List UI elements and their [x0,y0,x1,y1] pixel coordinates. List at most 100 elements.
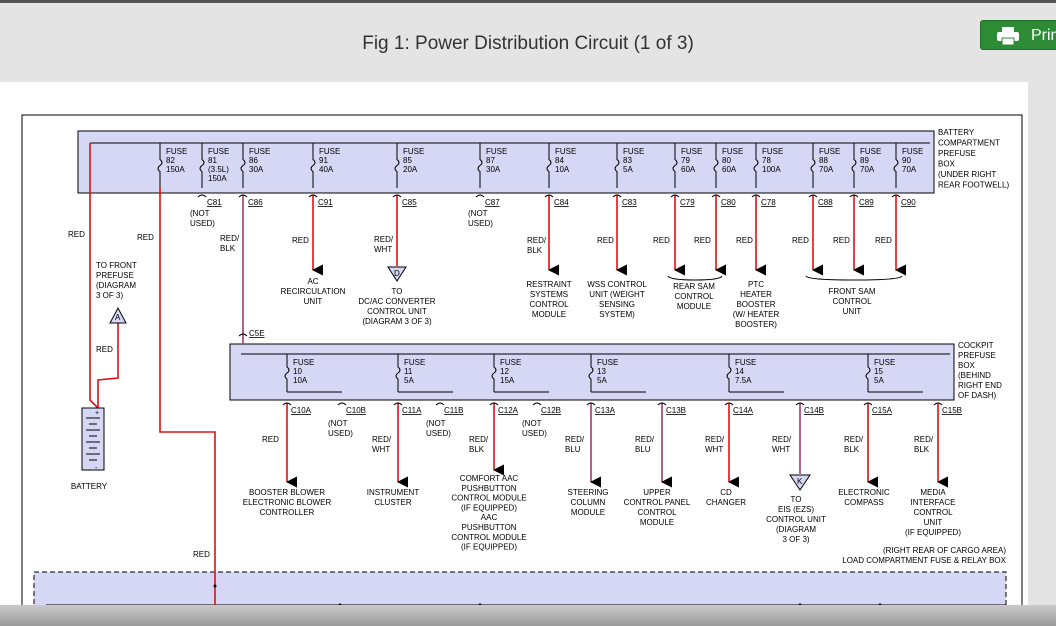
connector-label: C79 [680,198,695,207]
cockpit-box-label-text: (BEHIND [958,371,991,380]
fuse-label: FUSE [319,147,340,156]
ptc-heater-booster: (W/ HEATER [733,310,780,319]
not-used-label: (NOT [522,419,542,428]
fuse-label: FUSE [208,147,229,156]
power-distribution-diagram: BATTERYCOMPARTMENTPREFUSEBOX(UNDER RIGHT… [21,114,1023,612]
connector-label: C13B [666,406,686,415]
fuse-number: 89 [860,156,869,165]
wss-control-unit: UNIT (WEIGHT [589,290,645,299]
not-used-label: (NOT [190,209,210,218]
comfort-aac-module: PUSHBUTTON [462,484,517,493]
fuse-label: FUSE [403,147,424,156]
fuse-amperage: 70A [860,165,875,174]
fuse-label: FUSE [404,358,425,367]
not-used-label: USED) [426,429,451,438]
wss-control-unit: SYSTEM) [599,310,635,319]
comfort-aac-module: CONTROL MODULE [451,494,526,503]
print-button[interactable]: Print [980,20,1056,50]
fuse-amperage: 5A [597,376,607,385]
front-sam-unit: FRONT SAM [829,287,876,296]
wire-label-red-wht: RED/ [772,435,792,444]
page-title: Fig 1: Power Distribution Circuit (1 of … [362,33,694,54]
media-interface-unit: (IF EQUIPPED) [905,528,961,537]
fuse-amperage: 100A [762,165,781,174]
eis-control-unit-ref: EIS (EZS) [778,505,814,514]
prefuse-box-label: BATTERY COMPARTMENTPREFUSE BOX(UNDER RIGHT… [938,128,1009,190]
wire-label-red-wht: WHT [372,445,390,454]
wire-label-red-blk: RED/ [469,435,489,444]
fuse-label: FUSE [555,147,576,156]
ptc-heater-booster: BOOSTER) [735,320,777,329]
eis-control-unit-ref: (DIAGRAM [776,525,816,534]
fuse-label: FUSE [860,147,881,156]
connector-symbol [197,194,207,198]
print-label: Print [1031,27,1056,44]
printer-icon [997,27,1019,46]
fuse-label: FUSE [762,147,783,156]
comfort-aac-module: AAC [481,513,498,522]
fuse-label: FUSE [500,358,521,367]
cockpit-box-label: COCKPITPREFUSEBOX(BEHINDRIGHT ENDOF DASH… [958,341,1002,400]
not-used-label: (NOT [468,209,488,218]
connector-label: C84 [554,198,569,207]
fuse-note: (3.5L) [208,165,229,174]
wire-label-red: RED [736,236,753,245]
connector-label: C15B [942,406,962,415]
fuse-label: FUSE [486,147,507,156]
cockpit-box-label-text: RIGHT END [958,381,1002,390]
rear-sam-module: CONTROL [674,292,714,301]
fuse-amperage: 30A [249,165,264,174]
connector-label: C10A [291,406,312,415]
ac-recirculation-unit: RECIRCULATION [281,287,346,296]
connector-label-c5e: C5E [249,329,265,338]
not-used-label: (NOT [328,419,348,428]
fuse-number: 15 [874,367,883,376]
wire-label-red: RED [694,236,711,245]
battery-symbol: + - [81,407,105,472]
booster-blower-controller: CONTROLLER [260,508,315,517]
fuse-amperage: 5A [623,165,633,174]
fuse-label: FUSE [166,147,187,156]
front-prefuse-ref: (DIAGRAM [96,281,136,290]
not-used-label: (NOT [426,419,446,428]
wire-label-red-blu: RED/ [635,435,655,444]
wire-label-red-blk: RED/ [914,435,934,444]
title-bar: Fig 1: Power Distribution Circuit (1 of … [0,0,1056,82]
wire-label-red: RED [292,236,309,245]
connector-label: C80 [721,198,736,207]
wire-label-red-wht: WHT [772,445,790,454]
not-used-label: USED) [328,429,353,438]
steering-column-module: MODULE [571,508,605,517]
fuse-amperage: 30A [486,165,501,174]
restraint-systems-module: RESTRAINT [526,280,571,289]
diagram-canvas: BATTERY COMPARTMENT PREFUSE BOX (UNDER RIGHT… [0,82,1028,612]
connector-label: C12A [498,406,519,415]
fuse-amperage: 7.5A [735,376,752,385]
fuse-number: 91 [319,156,328,165]
cockpit-box-label-text: PREFUSE [958,351,996,360]
fuse-number: 11 [404,367,413,376]
svg-text:+: + [95,410,99,417]
upper-control-panel: CONTROL [637,508,677,517]
fuse-amperage: 5A [404,376,414,385]
wire-label-red: RED [833,236,850,245]
front-prefuse-ref: TO FRONT [96,261,137,270]
wire-label-red-wht: WHT [374,245,392,254]
bottom-scroll-bar[interactable] [0,605,1056,626]
battery-label: BATTERY [71,482,108,491]
connector-label: C13A [595,406,616,415]
rear-sam-module: MODULE [677,302,711,311]
comfort-aac-module: COMFORT AAC [460,474,519,483]
connector-label: C78 [761,198,776,207]
ptc-heater-booster: HEATER [740,290,772,299]
fuse-number: 82 [166,156,175,165]
upper-control-panel: CONTROL PANEL [624,498,691,507]
comfort-aac-module: (IF EQUIPPED) [461,503,517,512]
instrument-cluster: CLUSTER [374,498,412,507]
connector-symbol [337,402,347,406]
fuse-amperage: 10A [293,376,308,385]
media-interface-unit: UNIT [924,518,943,527]
dcac-converter-ref: CONTROL UNIT [367,307,427,316]
bracket [667,275,723,281]
wire-label-red-wht: RED/ [372,435,392,444]
